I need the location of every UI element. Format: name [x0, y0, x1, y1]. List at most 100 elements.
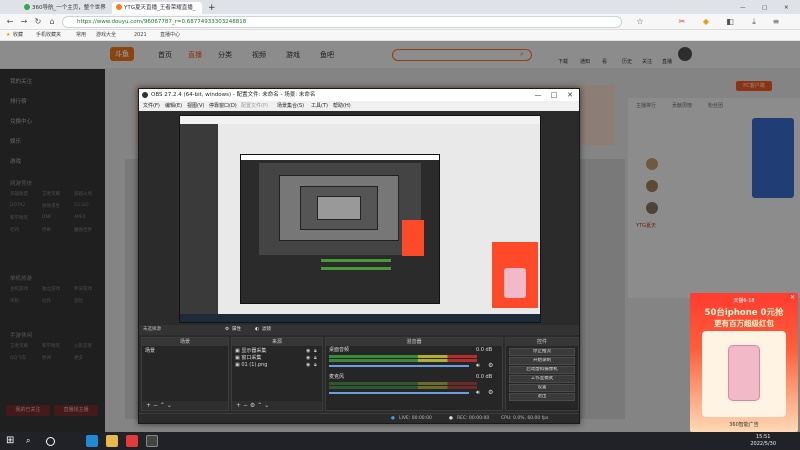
- bookmark-star-icon[interactable]: ☆: [634, 16, 646, 28]
- volume-slider[interactable]: [329, 392, 469, 394]
- search-icon[interactable]: ⌕: [26, 435, 38, 447]
- minimize-window-icon[interactable]: —: [736, 2, 748, 14]
- maximize-icon[interactable]: □: [547, 89, 561, 101]
- extension-icon[interactable]: ✂: [676, 16, 688, 28]
- extension-icon[interactable]: ◆: [700, 16, 712, 28]
- speaker-icon[interactable]: 🔊︎: [476, 389, 480, 397]
- rec-time: REC: 00:00:00: [457, 416, 490, 421]
- sources-dock-toolbar: + − ⚙ ⌃ ⌄: [232, 401, 322, 410]
- menu-view[interactable]: 视图(V): [187, 101, 204, 111]
- add-icon[interactable]: +: [236, 402, 241, 409]
- start-recording-button[interactable]: 开始录制: [509, 357, 575, 365]
- ad-popup[interactable]: ✕ 天猫6·18 50台iphone 0元抢 更有百万超级红包 360智能广告: [690, 293, 798, 432]
- app-icon[interactable]: [126, 435, 138, 447]
- virtual-camera-button[interactable]: 启动虚拟摄像机: [509, 366, 575, 374]
- lock-icon[interactable]: 🔒︎: [314, 355, 317, 361]
- lock-icon[interactable]: 🔒︎: [314, 362, 317, 368]
- bookmark-item[interactable]: 2021: [134, 31, 147, 40]
- windows-start-icon[interactable]: ⊞: [6, 435, 18, 447]
- bookmark-item[interactable]: 常用: [76, 31, 86, 40]
- mixer-channel-name: 麦克风: [329, 374, 345, 380]
- source-item[interactable]: ▣ 窗口采集: [235, 355, 261, 362]
- maximize-window-icon[interactable]: □: [758, 2, 770, 14]
- menu-profile[interactable]: 配置文件(P): [241, 101, 268, 111]
- move-up-icon[interactable]: ⌃: [160, 402, 165, 409]
- task-view-icon[interactable]: [46, 437, 55, 446]
- scenes-dock-title: 场景: [142, 338, 228, 346]
- menu-scene-collection[interactable]: 场景集合(S): [277, 101, 304, 111]
- visibility-eye-icon[interactable]: ◉: [306, 348, 310, 354]
- remove-icon[interactable]: −: [153, 402, 158, 409]
- captured-sidebar: [180, 124, 218, 322]
- studio-mode-button[interactable]: 工作室模式: [509, 375, 575, 383]
- stop-streaming-button[interactable]: 停止推流: [509, 348, 575, 356]
- close-window-icon[interactable]: ✕: [780, 2, 792, 14]
- lock-icon[interactable]: 🔒︎: [314, 348, 317, 354]
- ad-card: [702, 331, 786, 417]
- visibility-eye-icon[interactable]: ◉: [306, 355, 310, 361]
- visibility-eye-icon[interactable]: ◉: [306, 362, 310, 368]
- phone-image: [504, 268, 526, 298]
- download-icon[interactable]: ⤓: [748, 16, 760, 28]
- refresh-icon[interactable]: ↻: [32, 16, 44, 28]
- obs-taskbar-icon[interactable]: [146, 435, 158, 447]
- mixer-channel-level: 0.0 dB: [476, 347, 493, 353]
- bookmark-item[interactable]: 手机收藏夹: [36, 31, 61, 40]
- new-tab-button[interactable]: +: [204, 2, 216, 14]
- obs-preview[interactable]: [179, 115, 541, 323]
- audio-meter: [329, 382, 477, 385]
- exit-button[interactable]: 退出: [509, 393, 575, 401]
- menu-tools[interactable]: 工具(T): [311, 101, 328, 111]
- menu-edit[interactable]: 编辑(E): [165, 101, 182, 111]
- bookmark-item[interactable]: 游戏大全: [96, 31, 116, 40]
- gear-icon[interactable]: ⚙: [250, 402, 255, 409]
- source-toolbar: 未选择源 ⚙ 属性 ◐ 滤镜: [139, 325, 579, 335]
- gear-icon[interactable]: ⚙: [225, 325, 229, 335]
- minimize-icon[interactable]: —: [531, 89, 545, 101]
- edge-icon[interactable]: [86, 435, 98, 447]
- settings-button[interactable]: 设置: [509, 384, 575, 392]
- menu-file[interactable]: 文件(F): [143, 101, 160, 111]
- captured-browser-bar: [180, 116, 540, 124]
- move-down-icon[interactable]: ⌄: [264, 402, 269, 409]
- forward-icon[interactable]: →: [18, 16, 30, 28]
- menu-icon[interactable]: ≡: [770, 16, 782, 28]
- back-icon[interactable]: ←: [4, 16, 16, 28]
- obs-title-bar: OBS 27.2.4 (64-bit, windows) - 配置文件: 未命名…: [139, 89, 579, 101]
- gear-icon[interactable]: ⚙: [488, 362, 493, 369]
- source-item[interactable]: ▣ 显示器采集: [235, 348, 266, 355]
- clock: 15:51 2022/5/30: [750, 434, 776, 447]
- explorer-icon[interactable]: [106, 435, 118, 447]
- address-bar[interactable]: https://www.douyu.com/96067787_r=0.68774…: [62, 16, 622, 28]
- gear-icon[interactable]: ⚙: [488, 389, 493, 396]
- menu-docks[interactable]: 停靠窗口(D): [209, 101, 237, 111]
- audio-meter: [329, 355, 477, 358]
- bookmark-item[interactable]: 收藏: [13, 31, 23, 40]
- ad-headline: 50台iphone 0元抢: [704, 308, 784, 318]
- close-icon[interactable]: ✕: [563, 89, 577, 101]
- filters-button[interactable]: 滤镜: [262, 325, 271, 335]
- volume-slider[interactable]: [329, 365, 469, 367]
- browser-tab-douyu[interactable]: YTG夏天直播_王者荣耀直播_: [112, 2, 202, 14]
- obs-menu-bar: 文件(F) 编辑(E) 视图(V) 停靠窗口(D) 配置文件(P) 场景集合(S…: [139, 101, 579, 111]
- scenes-dock-toolbar: + − ⌃ ⌄: [142, 401, 228, 410]
- remove-icon[interactable]: −: [243, 402, 248, 409]
- move-up-icon[interactable]: ⌃: [257, 402, 262, 409]
- properties-button[interactable]: 属性: [232, 325, 241, 335]
- scene-item[interactable]: 场景: [145, 348, 155, 355]
- bookmark-star-icon: ★: [6, 32, 11, 38]
- bookmark-item[interactable]: 直播中心: [160, 31, 180, 40]
- extensions-icon[interactable]: ◧: [724, 16, 736, 28]
- obs-logo-icon: [142, 92, 148, 98]
- sources-dock-title: 来源: [232, 338, 322, 346]
- menu-help[interactable]: 帮助(H): [333, 101, 351, 111]
- no-source-label: 未选择源: [143, 327, 161, 332]
- home-icon[interactable]: ⌂: [46, 16, 58, 28]
- captured-preview: [259, 163, 421, 255]
- browser-tab-360[interactable]: 360导航_一个主页，整个世界: [20, 2, 108, 14]
- move-down-icon[interactable]: ⌄: [167, 402, 172, 409]
- filter-icon[interactable]: ◐: [255, 325, 259, 335]
- source-item[interactable]: ▣ 01 (1).png: [235, 362, 267, 369]
- speaker-icon[interactable]: 🔊︎: [476, 362, 480, 370]
- add-icon[interactable]: +: [146, 402, 151, 409]
